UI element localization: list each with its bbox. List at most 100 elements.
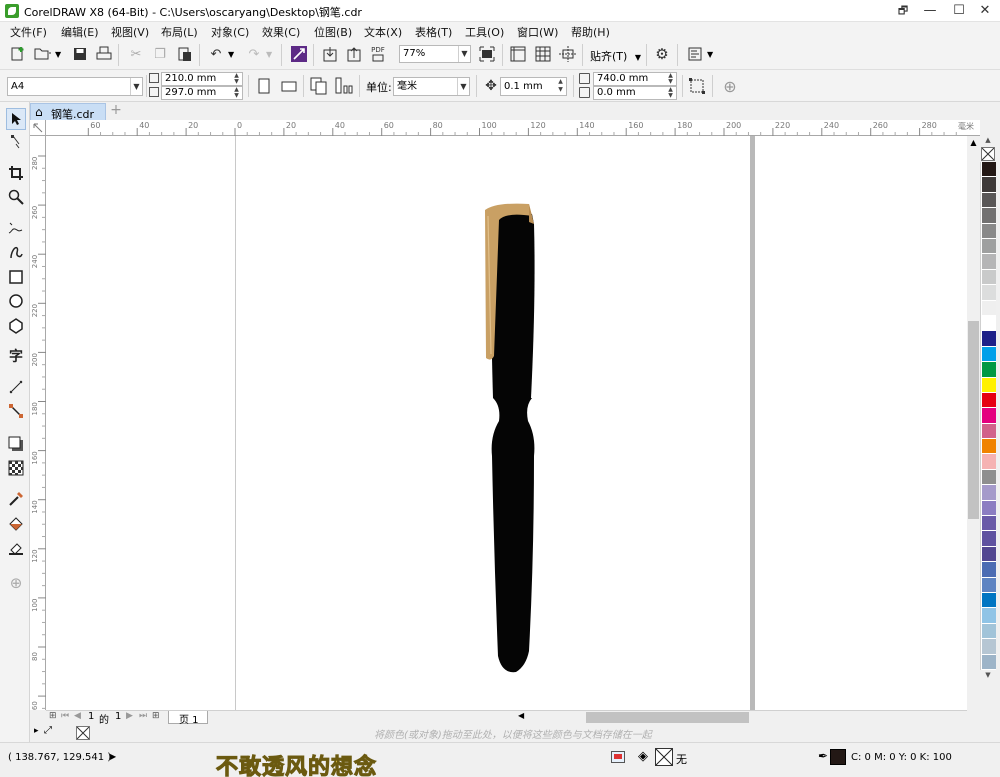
last-page-icon[interactable]: ⏭: [139, 711, 147, 721]
vertical-ruler[interactable]: 28026024022020018016014012010080604020: [30, 136, 46, 710]
spin-down-icon[interactable]: ▼: [665, 78, 676, 85]
color-swatch[interactable]: [982, 469, 996, 486]
no-color-swatch[interactable]: [981, 147, 995, 161]
undo-dropdown-icon[interactable]: ▼: [228, 50, 234, 59]
options-gear-icon[interactable]: ⚙: [652, 44, 672, 64]
menu-layout[interactable]: 布局(L): [161, 24, 198, 40]
color-swatch[interactable]: [982, 423, 996, 440]
export-icon[interactable]: [344, 44, 364, 64]
menu-text[interactable]: 文本(X): [364, 24, 402, 40]
duplicate-distance-x-input[interactable]: 740.0 mm ▲ ▼: [593, 72, 677, 86]
ruler-origin[interactable]: [30, 120, 46, 136]
pick-tool-icon[interactable]: [6, 108, 26, 130]
scroll-left-icon[interactable]: ◀: [518, 711, 524, 720]
color-swatch[interactable]: [982, 639, 996, 655]
polygon-tool-icon[interactable]: [7, 317, 25, 335]
outline-color-swatch[interactable]: [830, 749, 846, 765]
color-swatch[interactable]: [982, 177, 996, 193]
color-swatch[interactable]: [982, 162, 996, 178]
color-swatch[interactable]: [982, 362, 996, 378]
color-swatch[interactable]: [982, 531, 996, 547]
open-dropdown-icon[interactable]: ▼: [55, 50, 61, 59]
page-width-input[interactable]: 210.0 mm ▲ ▼: [161, 72, 243, 86]
portrait-orientation-icon[interactable]: [254, 76, 274, 96]
color-swatch[interactable]: [982, 208, 996, 224]
color-swatch[interactable]: [982, 331, 996, 347]
redo-icon[interactable]: ↷: [244, 44, 264, 64]
fill-bucket-icon[interactable]: ◈: [638, 749, 648, 764]
vertical-scrollbar[interactable]: ▲: [967, 136, 980, 710]
nudge-distance-input[interactable]: 0.1 mm ▲ ▼: [500, 77, 567, 96]
outline-pen-icon[interactable]: ✒: [818, 749, 828, 763]
horizontal-scrollbar-thumb[interactable]: [586, 712, 749, 723]
rectangle-tool-icon[interactable]: [7, 268, 25, 286]
add-page-before-icon[interactable]: ⊞: [49, 711, 57, 721]
customize-toolbox-icon[interactable]: ⊕: [7, 574, 25, 592]
close-button[interactable]: ✕: [970, 0, 1000, 22]
next-page-icon[interactable]: ▶: [126, 711, 133, 721]
search-content-icon[interactable]: [289, 44, 309, 64]
menu-table[interactable]: 表格(T): [415, 24, 452, 40]
fill-none-swatch[interactable]: [655, 748, 673, 766]
menu-file[interactable]: 文件(F): [10, 24, 47, 40]
snap-to-dropdown[interactable]: 贴齐(T) ▼: [590, 48, 641, 64]
scrollbar-thumb[interactable]: [968, 321, 979, 519]
color-swatch[interactable]: [982, 269, 996, 286]
ellipse-tool-icon[interactable]: [7, 292, 25, 310]
spin-down-icon[interactable]: ▼: [231, 92, 242, 99]
zoom-level-combo[interactable]: 77% ▼: [399, 45, 471, 63]
artistic-media-tool-icon[interactable]: [7, 243, 25, 261]
scroll-up-icon[interactable]: ▲: [969, 138, 978, 148]
landscape-orientation-icon[interactable]: [279, 76, 299, 96]
units-select[interactable]: 毫米 ▼: [393, 77, 470, 96]
color-swatch[interactable]: [982, 346, 996, 363]
color-swatch[interactable]: [982, 392, 996, 409]
palette-scroll-up-icon[interactable]: ▲: [980, 136, 996, 145]
application-launcher-icon[interactable]: [685, 44, 705, 64]
add-tab-icon[interactable]: +: [108, 103, 124, 119]
paste-icon[interactable]: [175, 44, 195, 64]
spin-down-icon[interactable]: ▼: [665, 92, 676, 99]
menu-bitmaps[interactable]: 位图(B): [314, 24, 352, 40]
add-page-after-icon[interactable]: ⊞: [152, 711, 160, 721]
page-size-select[interactable]: A4 ▼: [7, 77, 143, 96]
color-swatch[interactable]: [982, 408, 996, 424]
add-toolbar-icon[interactable]: ⊕: [720, 76, 740, 96]
show-grid-icon[interactable]: [533, 44, 553, 64]
color-swatch[interactable]: [982, 315, 996, 332]
all-pages-icon[interactable]: [309, 76, 329, 96]
color-swatch[interactable]: [982, 562, 996, 578]
transparency-tool-icon[interactable]: [7, 459, 25, 477]
import-icon[interactable]: [320, 44, 340, 64]
spin-down-icon[interactable]: ▼: [555, 86, 566, 94]
spin-up-icon[interactable]: ▲: [555, 78, 566, 86]
palette-scroll-down-icon[interactable]: ▼: [980, 671, 996, 681]
page-tab[interactable]: 页 1: [168, 711, 208, 726]
eyedropper-tool-icon[interactable]: [7, 490, 25, 508]
menu-window[interactable]: 窗口(W): [517, 24, 558, 40]
menu-help[interactable]: 帮助(H): [571, 24, 610, 40]
color-swatch[interactable]: [982, 623, 996, 640]
open-folder-icon[interactable]: [33, 44, 53, 64]
color-swatch[interactable]: [982, 454, 996, 470]
launcher-dropdown-icon[interactable]: ▼: [707, 50, 713, 59]
crop-tool-icon[interactable]: [7, 164, 25, 182]
home-icon[interactable]: ⌂: [35, 105, 43, 119]
color-swatch[interactable]: [982, 500, 996, 517]
color-swatch[interactable]: [982, 577, 996, 594]
color-swatch[interactable]: [982, 238, 996, 255]
first-page-icon[interactable]: ⏮: [61, 711, 69, 721]
page-height-input[interactable]: 297.0 mm ▲ ▼: [161, 86, 243, 100]
show-rulers-icon[interactable]: [508, 44, 528, 64]
restore-docker-icon[interactable]: 🗗: [888, 0, 918, 22]
current-page-icon[interactable]: [334, 76, 354, 96]
horizontal-ruler[interactable]: 60 40 20 0 20 40 60 80 100 120 140 160 180 200 220 240 2…: [46, 120, 980, 136]
spin-down-icon[interactable]: ▼: [231, 78, 242, 85]
document-tab[interactable]: ⌂ 钢笔.cdr: [30, 103, 106, 121]
color-swatch[interactable]: [982, 377, 996, 393]
copy-icon[interactable]: ❐: [150, 44, 170, 64]
show-guidelines-icon[interactable]: [558, 44, 578, 64]
menu-view[interactable]: 视图(V): [111, 24, 149, 40]
connector-tool-icon[interactable]: [7, 402, 25, 420]
minimize-button[interactable]: —: [915, 0, 945, 22]
